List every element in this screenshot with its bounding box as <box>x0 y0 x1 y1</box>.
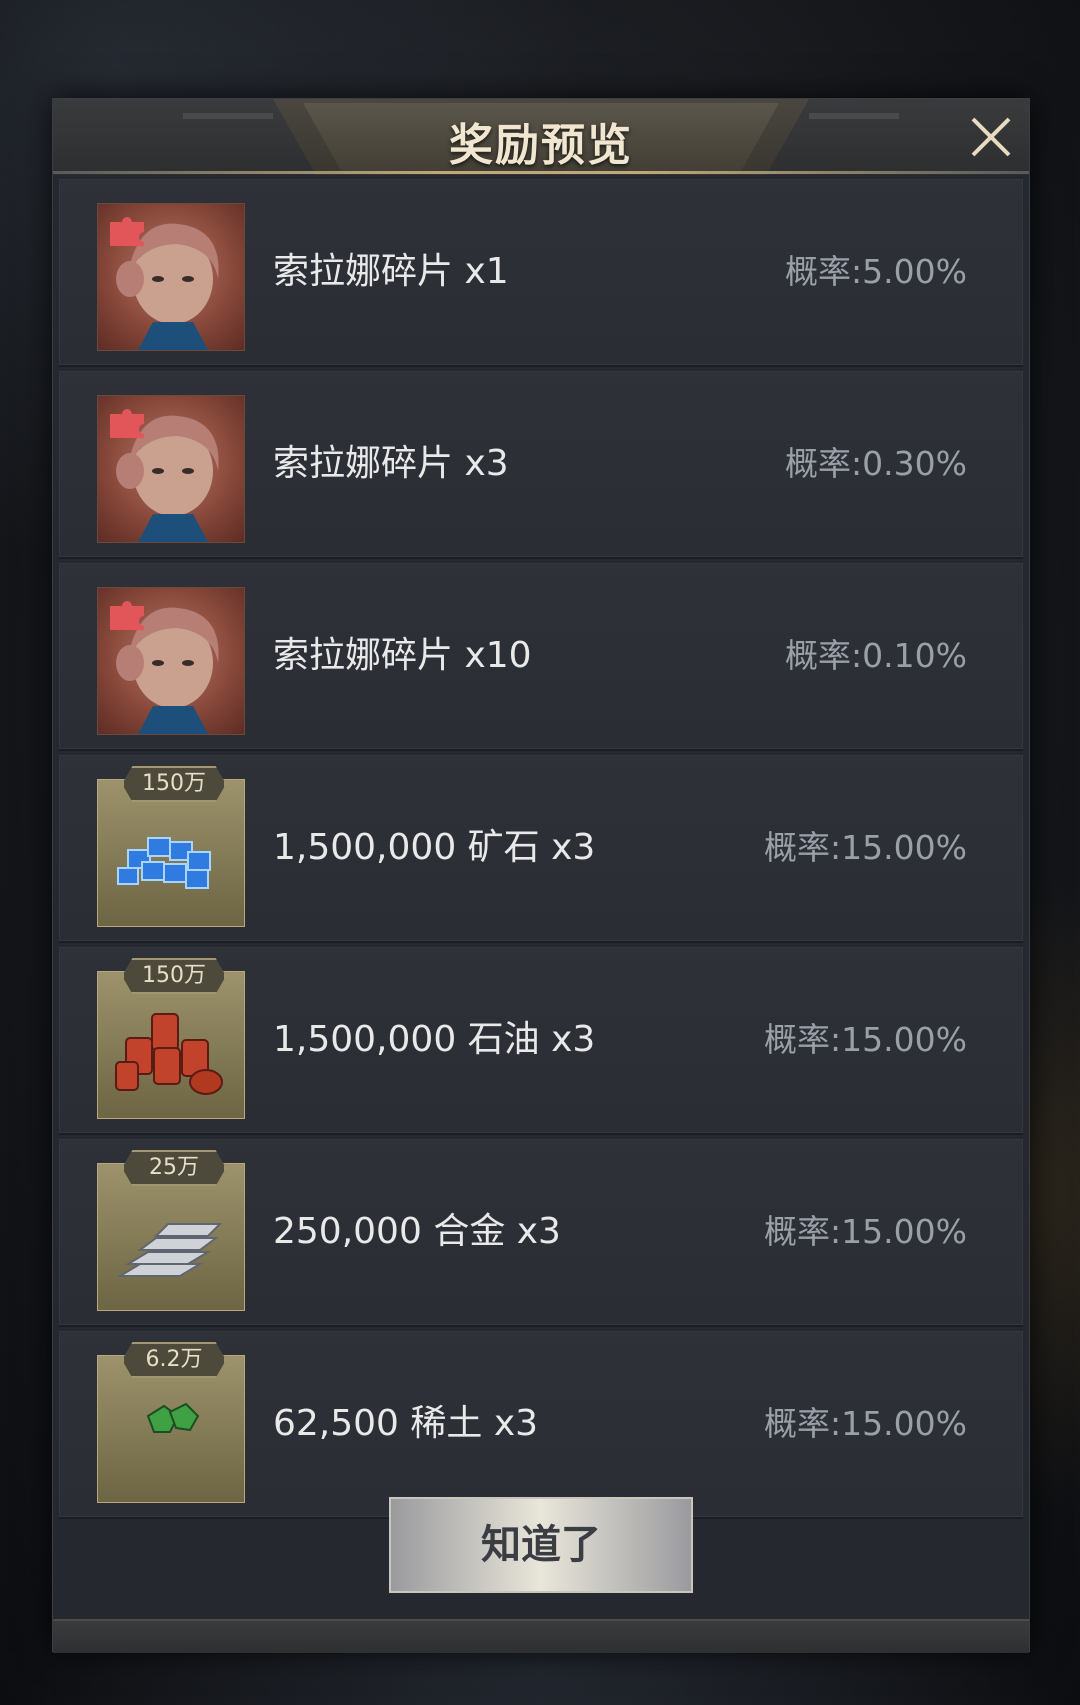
reward-row: 索拉娜碎片 x10 概率:0.10% <box>59 563 1023 751</box>
amount-tag: 6.2万 <box>122 1342 226 1378</box>
alloy-ingots-icon: 25万 <box>97 1150 245 1311</box>
close-button[interactable] <box>965 111 1017 163</box>
reward-probability: 概率:15.00% <box>764 1212 967 1251</box>
amount-tag: 25万 <box>122 1150 226 1186</box>
reward-name: 62,500 稀土 x3 <box>273 1403 539 1444</box>
reward-name: 1,500,000 矿石 x3 <box>273 827 596 868</box>
hero-fragment-icon <box>97 587 245 735</box>
close-icon <box>971 117 1011 157</box>
reward-name: 索拉娜碎片 x1 <box>273 251 509 292</box>
amount-tag: 150万 <box>122 958 226 994</box>
reward-preview-dialog: 奖励预览 索拉娜碎片 x1 概率:5.00% 索拉娜碎片 x3 概率:0.30%… <box>52 98 1030 1653</box>
reward-row: 25万 250,000 合金 x3 概率:15.00% <box>59 1139 1023 1327</box>
dialog-title: 奖励预览 <box>449 120 633 171</box>
confirm-button[interactable]: 知道了 <box>389 1497 693 1593</box>
reward-probability: 概率:15.00% <box>764 1020 967 1059</box>
fragment-puzzle-icon <box>110 409 144 438</box>
reward-row: 150万 1,500,000 矿石 x3 概率:15.00% <box>59 755 1023 943</box>
reward-name: 250,000 合金 x3 <box>273 1211 561 1252</box>
reward-name: 索拉娜碎片 x10 <box>273 635 532 676</box>
ore-icon: 150万 <box>97 766 245 927</box>
rare-earth-icon: 6.2万 <box>97 1342 245 1503</box>
reward-name: 索拉娜碎片 x3 <box>273 443 509 484</box>
reward-list[interactable]: 索拉娜碎片 x1 概率:5.00% 索拉娜碎片 x3 概率:0.30% 索拉娜碎… <box>59 179 1023 1524</box>
reward-probability: 概率:15.00% <box>764 1404 967 1443</box>
reward-name: 1,500,000 石油 x3 <box>273 1019 596 1060</box>
reward-row: 150万 1,500,000 石油 x3 概率:15.00% <box>59 947 1023 1135</box>
reward-probability: 概率:0.10% <box>785 636 967 675</box>
amount-tag: 150万 <box>122 766 226 802</box>
dialog-bottom-bar <box>53 1619 1029 1653</box>
reward-probability: 概率:0.30% <box>785 444 967 483</box>
hero-fragment-icon <box>97 395 245 543</box>
reward-probability: 概率:15.00% <box>764 828 967 867</box>
hero-fragment-icon <box>97 203 245 351</box>
reward-row: 索拉娜碎片 x1 概率:5.00% <box>59 179 1023 367</box>
fragment-puzzle-icon <box>110 601 144 630</box>
reward-row: 6.2万 62,500 稀土 x3 概率:15.00% <box>59 1331 1023 1519</box>
reward-row: 索拉娜碎片 x3 概率:0.30% <box>59 371 1023 559</box>
oil-barrels-icon: 150万 <box>97 958 245 1119</box>
reward-probability: 概率:5.00% <box>785 252 967 291</box>
dialog-header: 奖励预览 <box>53 99 1029 175</box>
fragment-puzzle-icon <box>110 217 144 246</box>
